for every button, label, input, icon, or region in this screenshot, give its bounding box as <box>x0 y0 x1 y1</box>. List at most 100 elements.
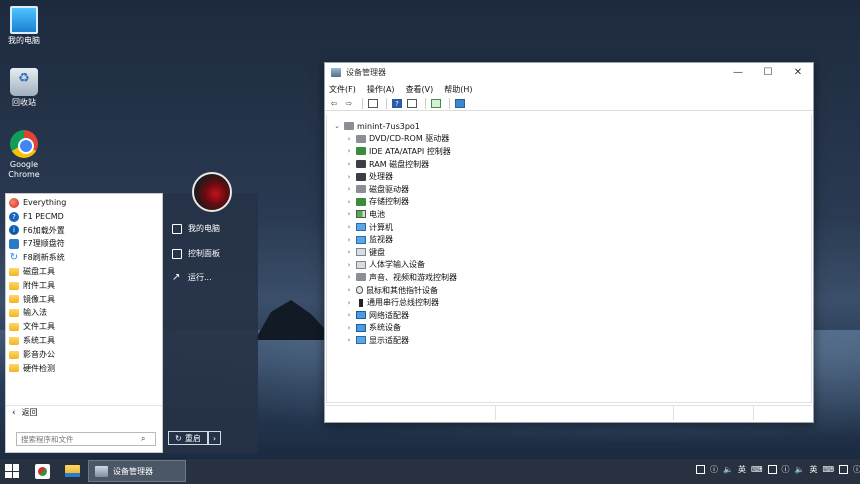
tree-node-monitor[interactable]: › 监视器 <box>327 233 811 246</box>
tree-node-display-adapter[interactable]: › 显示适配器 <box>327 334 811 347</box>
restart-button[interactable]: ↻ 重启 <box>168 431 208 445</box>
device-icon[interactable] <box>839 465 849 474</box>
menu-action[interactable]: 操作(A) <box>367 84 395 95</box>
device-icon[interactable] <box>767 465 777 474</box>
tree-node-battery[interactable]: › 电池 <box>327 208 811 221</box>
maximize-button[interactable]: ☐ <box>753 67 783 78</box>
help-button[interactable]: ? <box>391 98 403 109</box>
device-icon[interactable] <box>696 465 705 474</box>
scan-hardware-button[interactable] <box>454 98 466 109</box>
tree-node-computer[interactable]: › 计算机 <box>327 221 811 234</box>
tree-node-sound[interactable]: › 声音、视频和游戏控制器 <box>327 271 811 284</box>
tree-node-ram-disk[interactable]: › RAM 磁盘控制器 <box>327 158 811 171</box>
tree-node-label: 键盘 <box>369 247 385 257</box>
chevron-right-icon[interactable]: › <box>344 173 354 181</box>
start-menu-search-input[interactable] <box>17 434 141 444</box>
chevron-right-icon[interactable]: › <box>344 147 354 155</box>
properties-button[interactable] <box>406 98 418 109</box>
chevron-right-icon[interactable]: › <box>344 311 354 319</box>
back-arrow-icon[interactable]: ⇦ <box>328 98 340 109</box>
chevron-down-icon[interactable]: ⌄ <box>332 122 342 130</box>
chevron-right-icon[interactable]: › <box>344 210 354 218</box>
chevron-right-icon[interactable]: › <box>344 135 354 143</box>
close-button[interactable]: ✕ <box>783 67 813 78</box>
chevron-right-icon[interactable]: › <box>344 261 354 269</box>
chevron-right-icon[interactable]: › <box>344 336 354 344</box>
desktop-icon-chrome[interactable]: Google Chrome <box>2 130 46 180</box>
chevron-right-icon[interactable]: › <box>344 236 354 244</box>
start-menu-link-label: 控制面板 <box>188 249 220 258</box>
start-item-system-tools[interactable]: 系统工具 <box>6 334 162 348</box>
chevron-right-icon[interactable]: › <box>344 299 354 307</box>
start-item-pecmd[interactable]: ? F1 PECMD <box>6 210 162 224</box>
chevron-right-icon[interactable]: › <box>344 273 354 281</box>
keyboard-icon[interactable]: ⌨ <box>822 465 834 474</box>
search-icon[interactable]: ⌕ <box>141 434 145 444</box>
start-item-file-tools[interactable]: 文件工具 <box>6 320 162 334</box>
menu-view[interactable]: 查看(V) <box>406 84 434 95</box>
tree-node-keyboard[interactable]: › 键盘 <box>327 246 811 259</box>
chevron-right-icon[interactable]: › <box>344 248 354 256</box>
tree-node-usb[interactable]: › 通用串行总线控制器 <box>327 296 811 309</box>
start-menu-my-computer[interactable]: 我的电脑 <box>172 223 220 234</box>
menu-file[interactable]: 文件(F) <box>329 84 356 95</box>
power-options-arrow-button[interactable]: › <box>208 431 221 445</box>
tree-node-network[interactable]: › 网络适配器 <box>327 309 811 322</box>
start-item-media-office[interactable]: 影音办公 <box>6 348 162 362</box>
tree-node-label: 计算机 <box>369 222 393 232</box>
chevron-right-icon[interactable]: › <box>344 324 354 332</box>
info-icon[interactable]: ⓘ <box>853 464 860 475</box>
status-pane <box>326 406 496 420</box>
tree-node-storage[interactable]: › 存储控制器 <box>327 196 811 209</box>
tree-node-ide[interactable]: › IDE ATA/ATAPI 控制器 <box>327 145 811 158</box>
taskbar-device-manager[interactable]: 设备管理器 <box>88 460 186 482</box>
start-item-image-tools[interactable]: 镜像工具 <box>6 293 162 307</box>
start-item-drive-letters[interactable]: F7理顺盘符 <box>6 237 162 251</box>
ime-indicator[interactable]: 英 <box>738 464 746 475</box>
tree-node-system-devices[interactable]: › 系统设备 <box>327 322 811 335</box>
start-item-input-method[interactable]: 输入法 <box>6 306 162 320</box>
keyboard-icon[interactable]: ⌨ <box>751 465 763 474</box>
start-item-label: 镜像工具 <box>23 294 55 304</box>
tree-node-processor[interactable]: › 处理器 <box>327 170 811 183</box>
start-menu-control-panel[interactable]: 控制面板 <box>172 248 220 259</box>
chevron-right-icon[interactable]: › <box>344 286 354 294</box>
update-driver-button[interactable] <box>430 98 442 109</box>
minimize-button[interactable]: — <box>723 67 753 78</box>
start-menu-back-button[interactable]: ‹ 返回 <box>6 405 162 419</box>
taskbar-file-explorer[interactable] <box>65 465 80 477</box>
desktop-icon-recycle-bin[interactable]: 回收站 <box>2 68 46 108</box>
tree-root-label: minint-7us3po1 <box>357 121 420 131</box>
window-titlebar[interactable]: 设备管理器 — ☐ ✕ <box>325 63 813 82</box>
tree-node-dvd[interactable]: › DVD/CD-ROM 驱动器 <box>327 133 811 146</box>
chevron-right-icon[interactable]: › <box>344 223 354 231</box>
start-button[interactable] <box>5 464 19 478</box>
desktop-icon-my-computer[interactable]: 我的电脑 <box>2 6 46 46</box>
tree-node-mouse[interactable]: › 鼠标和其他指针设备 <box>327 284 811 297</box>
processor-icon <box>356 172 366 181</box>
menu-help[interactable]: 帮助(H) <box>444 84 472 95</box>
info-icon[interactable]: ⓘ <box>782 464 790 475</box>
chevron-right-icon[interactable]: › <box>344 160 354 168</box>
forward-arrow-icon[interactable]: ⇨ <box>343 98 355 109</box>
info-icon[interactable]: ⓘ <box>710 464 718 475</box>
start-menu-run[interactable]: ↗ 运行... <box>172 272 212 283</box>
tree-node-hid[interactable]: › 人体学输入设备 <box>327 259 811 272</box>
taskbar-app-pecmd[interactable] <box>35 464 50 479</box>
start-item-hardware-detect[interactable]: 硬件检测 <box>6 362 162 376</box>
start-item-accessory-tools[interactable]: 附件工具 <box>6 279 162 293</box>
start-item-disk-tools[interactable]: 磁盘工具 <box>6 265 162 279</box>
volume-icon[interactable]: 🔈 <box>723 465 733 474</box>
tree-node-disk-drive[interactable]: › 磁盘驱动器 <box>327 183 811 196</box>
volume-icon[interactable]: 🔈 <box>795 465 805 474</box>
tree-root-node[interactable]: ⌄ minint-7us3po1 <box>327 120 811 133</box>
show-hide-tree-button[interactable] <box>367 98 379 109</box>
chevron-right-icon[interactable]: › <box>344 198 354 206</box>
chevron-right-icon[interactable]: › <box>344 185 354 193</box>
start-item-everything[interactable]: Everything <box>6 196 162 210</box>
start-item-refresh-system[interactable]: ↻ F8刷新系统 <box>6 251 162 265</box>
avatar[interactable] <box>192 172 232 212</box>
start-item-load-external[interactable]: i F6加载外置 <box>6 224 162 238</box>
ime-indicator[interactable]: 英 <box>809 464 817 475</box>
tree-node-label: 系统设备 <box>369 323 401 333</box>
